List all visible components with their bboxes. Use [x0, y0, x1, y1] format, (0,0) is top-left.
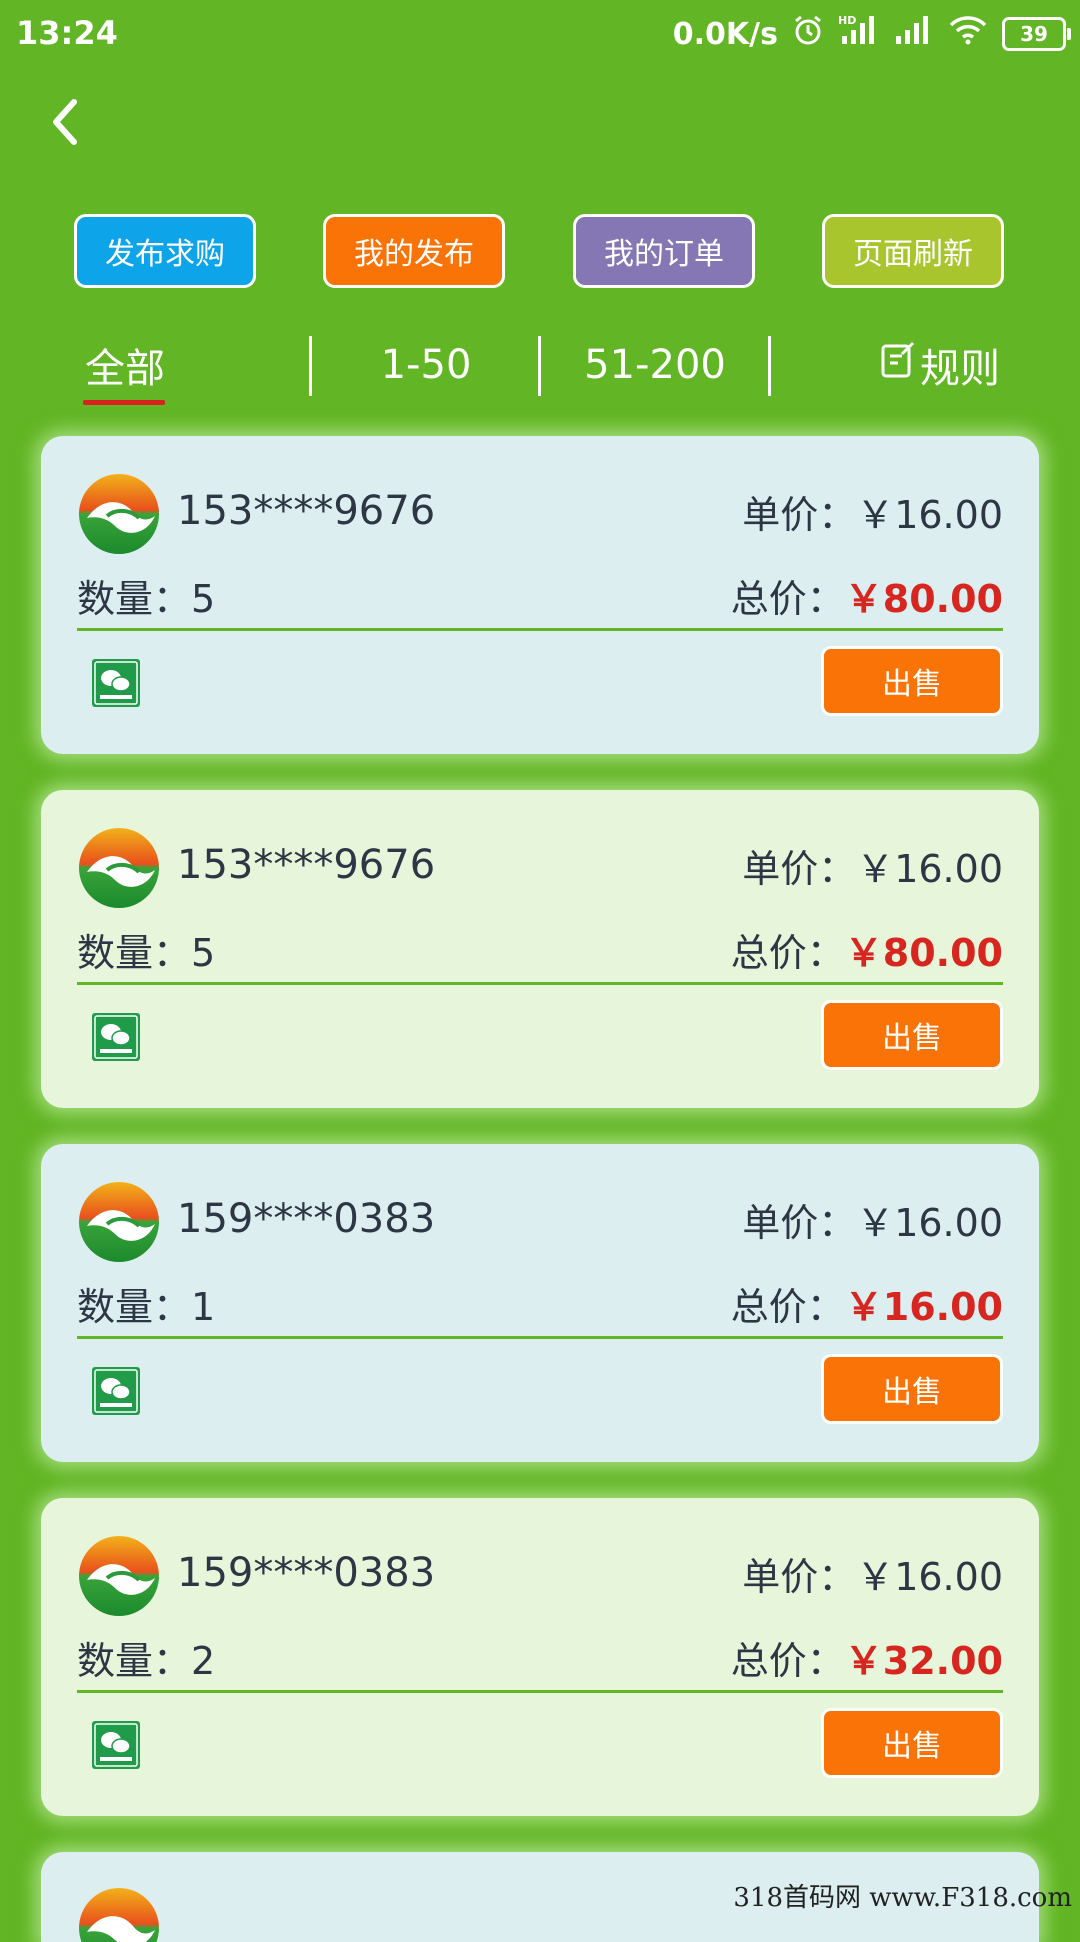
tab-all[interactable]: 全部 — [70, 330, 180, 400]
status-bar: 13:24 0.0K/s HD 39 — [0, 0, 1080, 64]
wifi-icon — [948, 14, 988, 54]
total-price: 总价：￥16.00 — [731, 1276, 1003, 1331]
quantity-label: 数量： — [77, 931, 192, 975]
unit-price-value: ￥16.00 — [856, 847, 1003, 891]
sell-button[interactable]: 出售 — [821, 646, 1003, 716]
card-divider — [77, 982, 1003, 985]
post-purchase-button[interactable]: 发布求购 — [74, 214, 256, 288]
total-price-label: 总价： — [730, 931, 845, 975]
total-price-label: 总价： — [730, 1639, 845, 1683]
unit-price-label: 单价： — [742, 1201, 857, 1245]
tab-divider — [309, 336, 312, 396]
listing-card: 153****9676 单价：￥16.00 数量：5 总价：￥80.00 出售 — [41, 436, 1039, 754]
signal-icon — [894, 14, 934, 54]
unit-price: 单价：￥16.00 — [742, 1546, 1003, 1601]
listing-card: 159****0383 单价：￥16.00 数量：2 总价：￥32.00 出售 — [41, 1498, 1039, 1816]
tab-rules-label: 规则 — [920, 346, 1000, 392]
card-divider — [77, 1690, 1003, 1693]
avatar — [77, 1886, 161, 1942]
tab-divider — [538, 336, 541, 396]
watermark: 318首码网 www.F318.com — [733, 1883, 1072, 1913]
status-icons: 0.0K/s HD 39 — [672, 14, 1071, 54]
unit-price-value: ￥16.00 — [856, 1555, 1003, 1599]
card-divider — [77, 628, 1003, 631]
status-time: 13:24 — [16, 14, 118, 52]
quantity: 数量：1 — [77, 1276, 215, 1331]
tab-1-50[interactable]: 1-50 — [345, 330, 507, 400]
back-button[interactable] — [40, 92, 90, 152]
unit-price: 单价：￥16.00 — [742, 484, 1003, 539]
refresh-page-button[interactable]: 页面刷新 — [822, 214, 1004, 288]
tab-selected-indicator — [83, 400, 165, 405]
unit-price-label: 单价： — [742, 1555, 857, 1599]
back-arrow-icon — [53, 99, 77, 145]
filter-tabs: 全部 1-50 51-200 规则 — [0, 330, 1080, 410]
sell-button[interactable]: 出售 — [821, 1708, 1003, 1778]
my-posts-button[interactable]: 我的发布 — [323, 214, 505, 288]
tab-51-200[interactable]: 51-200 — [570, 330, 740, 400]
quantity-value: 5 — [191, 931, 216, 975]
signal-hd-icon: HD — [838, 14, 880, 54]
total-price-label: 总价： — [730, 577, 845, 621]
unit-price-value: ￥16.00 — [856, 1201, 1003, 1245]
seller-phone: 159****0383 — [177, 1550, 436, 1596]
total-price: 总价：￥32.00 — [731, 1630, 1003, 1685]
wechat-pay-icon — [91, 1720, 141, 1770]
battery-level: 39 — [1020, 22, 1048, 46]
listing-card: 159****0383 单价：￥16.00 数量：1 总价：￥16.00 出售 — [41, 1144, 1039, 1462]
seller-phone: 159****0383 — [177, 1196, 436, 1242]
unit-price: 单价：￥16.00 — [742, 1192, 1003, 1247]
sell-button[interactable]: 出售 — [821, 1000, 1003, 1070]
quantity-value: 2 — [191, 1639, 216, 1683]
unit-price-value: ￥16.00 — [856, 493, 1003, 537]
total-price-label: 总价： — [730, 1285, 845, 1329]
sell-button[interactable]: 出售 — [821, 1354, 1003, 1424]
avatar — [77, 472, 161, 556]
avatar — [77, 826, 161, 910]
quantity-label: 数量： — [77, 577, 192, 621]
quantity: 数量：2 — [77, 1630, 215, 1685]
hd-label: HD — [838, 14, 856, 27]
tab-divider — [768, 336, 771, 396]
total-price-value: ￥80.00 — [844, 931, 1003, 975]
quantity-value: 1 — [191, 1285, 216, 1329]
action-button-row: 发布求购 我的发布 我的订单 页面刷新 — [0, 214, 1080, 294]
wechat-pay-icon — [91, 1012, 141, 1062]
network-speed: 0.0K/s — [672, 16, 778, 52]
quantity-value: 5 — [191, 577, 216, 621]
edit-note-icon — [880, 340, 916, 390]
avatar — [77, 1180, 161, 1264]
unit-price: 单价：￥16.00 — [742, 838, 1003, 893]
tab-rules[interactable]: 规则 — [870, 330, 1010, 400]
wechat-pay-icon — [91, 658, 141, 708]
battery-icon: 39 — [1002, 17, 1071, 51]
total-price: 总价：￥80.00 — [731, 922, 1003, 977]
avatar — [77, 1534, 161, 1618]
wechat-pay-icon — [91, 1366, 141, 1416]
total-price: 总价：￥80.00 — [731, 568, 1003, 623]
alarm-icon — [792, 14, 824, 54]
seller-phone: 153****9676 — [177, 842, 436, 888]
quantity-label: 数量： — [77, 1285, 192, 1329]
quantity-label: 数量： — [77, 1639, 192, 1683]
listing-card: 153****9676 单价：￥16.00 数量：5 总价：￥80.00 出售 — [41, 790, 1039, 1108]
card-divider — [77, 1336, 1003, 1339]
unit-price-label: 单价： — [742, 847, 857, 891]
total-price-value: ￥16.00 — [844, 1285, 1003, 1329]
my-orders-button[interactable]: 我的订单 — [573, 214, 755, 288]
seller-phone: 153****9676 — [177, 488, 436, 534]
quantity: 数量：5 — [77, 922, 215, 977]
unit-price-label: 单价： — [742, 493, 857, 537]
total-price-value: ￥80.00 — [844, 577, 1003, 621]
quantity: 数量：5 — [77, 568, 215, 623]
total-price-value: ￥32.00 — [844, 1639, 1003, 1683]
